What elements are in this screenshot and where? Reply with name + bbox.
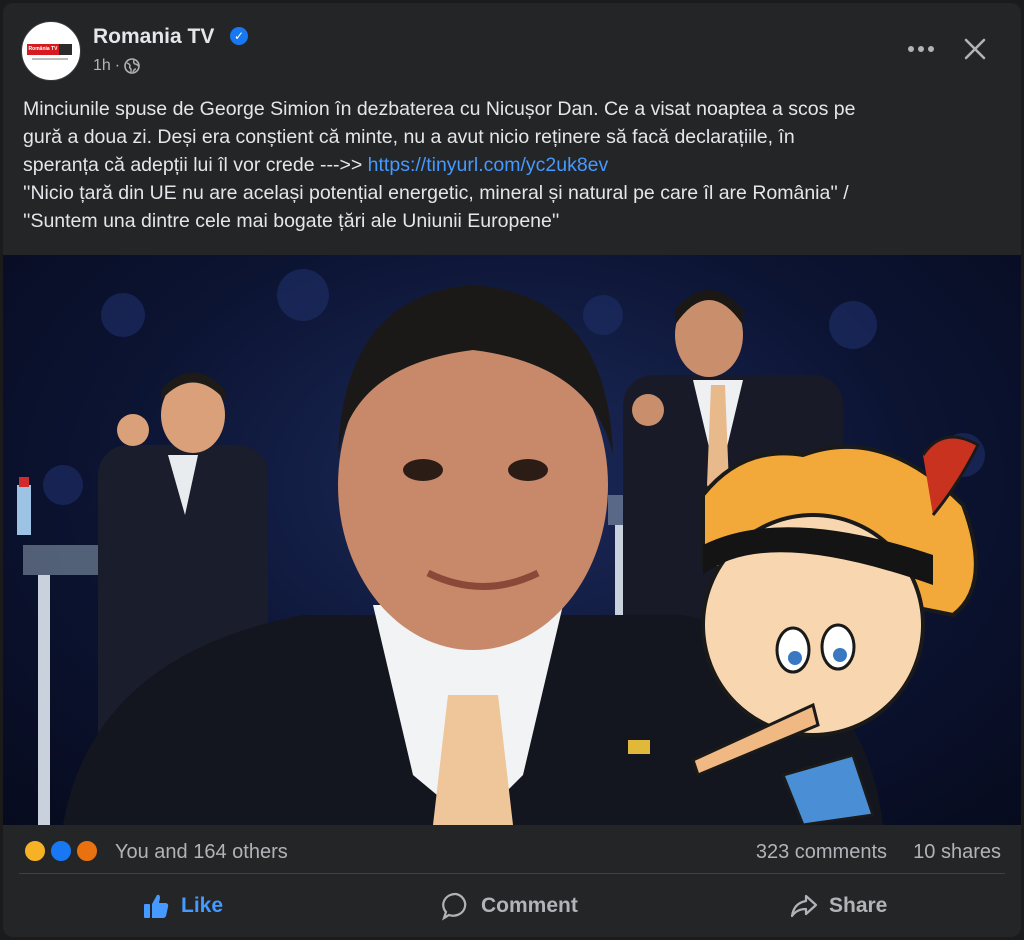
post-image[interactable]	[3, 255, 1021, 825]
haha-icon[interactable]	[23, 839, 47, 863]
post-timestamp[interactable]: 1h	[93, 57, 111, 75]
post-actions: Like Comment Share	[3, 877, 1021, 935]
angry-icon[interactable]	[75, 839, 99, 863]
reactions-row: You and 164 others 323 comments 10 share…	[3, 829, 1021, 869]
comment-label: Comment	[481, 894, 578, 917]
post-meta: 1h ·	[93, 57, 140, 75]
thumbs-up-icon	[144, 894, 169, 918]
comment-button[interactable]: Comment	[431, 881, 588, 931]
share-label: Share	[829, 894, 888, 917]
page-name[interactable]: Romania TV	[93, 25, 214, 49]
comments-count[interactable]: 323 comments	[756, 841, 887, 864]
like-label: Like	[181, 894, 224, 917]
avatar-logo-underline	[32, 58, 68, 60]
post-text-line: speranța că adepții lui îl vor crede ---…	[23, 151, 1008, 179]
comment-icon	[442, 892, 467, 921]
quote-line: ''Suntem una dintre cele mai bogate țări…	[23, 210, 560, 232]
avatar-logo: România TV	[27, 44, 59, 55]
like-icon[interactable]	[49, 839, 73, 863]
page-avatar[interactable]: România TV	[21, 21, 81, 81]
meta-separator: ·	[114, 57, 121, 74]
globe-icon	[124, 58, 140, 74]
post-text-line-part: speranța că adepții lui îl vor crede ---…	[23, 154, 368, 176]
quote-line: ''Nicio țară din UE nu are același poten…	[23, 182, 849, 204]
share-button[interactable]: Share	[779, 881, 897, 931]
facebook-post: România TV Romania TV ✓ 1h · Minciunile …	[3, 3, 1021, 937]
close-icon[interactable]	[959, 33, 991, 65]
post-text: Minciunile spuse de George Simion în dez…	[23, 95, 1008, 235]
post-header: România TV Romania TV ✓ 1h ·	[3, 3, 1021, 91]
like-button[interactable]: Like	[131, 881, 233, 931]
post-image-illustration	[17, 269, 985, 825]
shares-count[interactable]: 10 shares	[913, 841, 1001, 864]
post-text-line: Minciunile spuse de George Simion în dez…	[23, 98, 856, 120]
verified-badge-icon: ✓	[230, 27, 248, 45]
reactions-summary[interactable]: You and 164 others	[115, 841, 288, 864]
post-link[interactable]: https://tinyurl.com/yc2uk8ev	[368, 154, 609, 176]
post-text-line: gură a doua zi. Deși era conștient că mi…	[23, 126, 795, 148]
share-icon	[790, 894, 818, 918]
more-options-icon[interactable]	[903, 33, 939, 63]
avatar-logo-tv-block	[59, 44, 72, 55]
divider	[19, 873, 1005, 874]
